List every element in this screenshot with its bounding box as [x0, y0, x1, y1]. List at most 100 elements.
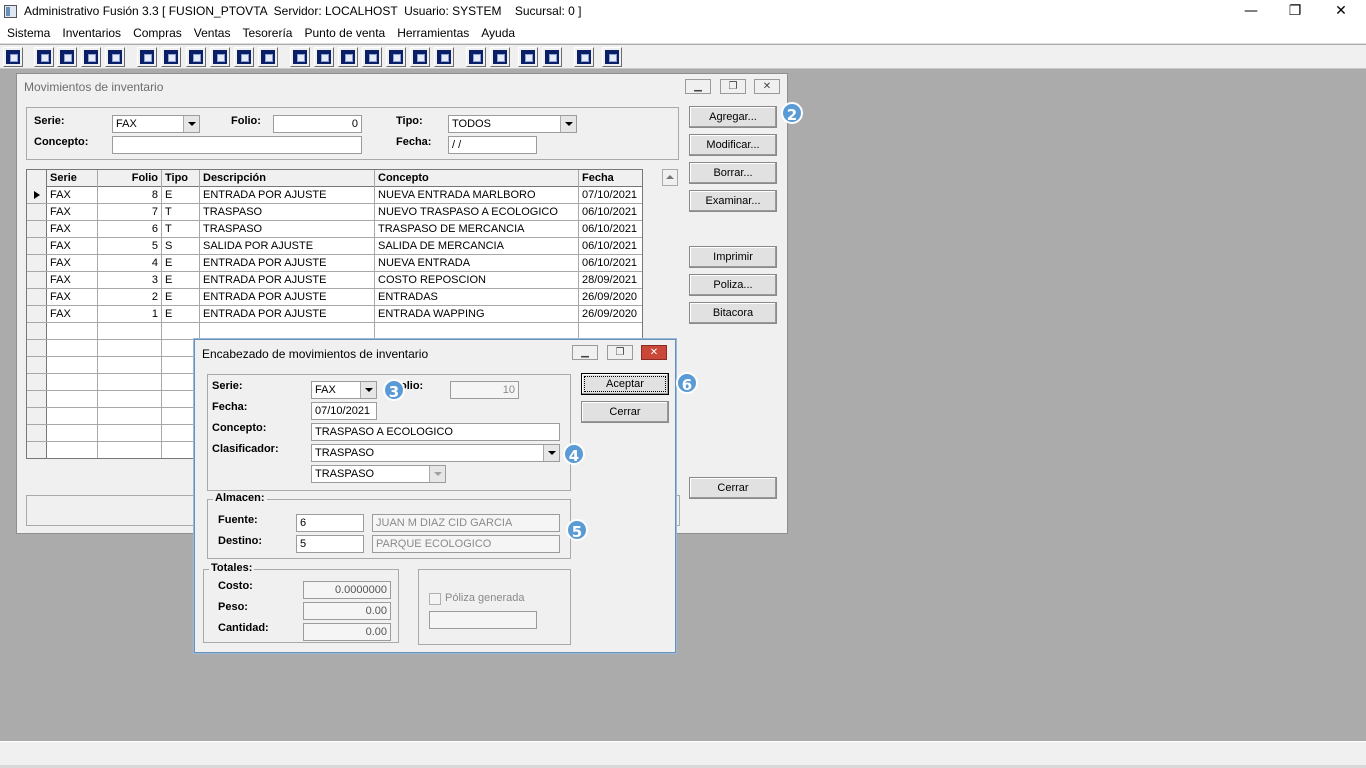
cell-concepto[interactable]: NUEVO TRASPASO A ECOLOGICO [375, 204, 579, 220]
cell-serie[interactable]: FAX [47, 272, 98, 288]
modificar-button[interactable]: Modificar... [689, 134, 777, 156]
undo-icon[interactable] [542, 47, 562, 67]
row-selector[interactable] [27, 408, 47, 425]
fecha-input[interactable]: / / [448, 136, 537, 154]
row-selector[interactable] [27, 204, 47, 221]
cell-tipo[interactable]: E [162, 255, 200, 271]
cell-descripcion[interactable]: SALIDA POR AJUSTE [200, 238, 375, 254]
cell-folio[interactable]: 8 [98, 187, 162, 203]
close-button[interactable]: ✕ [1318, 0, 1364, 24]
menu-inventarios[interactable]: Inventarios [56, 24, 127, 42]
refresh-icon[interactable] [518, 47, 538, 67]
cell-descripcion[interactable]: ENTRADA POR AJUSTE [200, 255, 375, 271]
destino-code-input[interactable]: 5 [296, 535, 364, 553]
cell-concepto[interactable]: SALIDA DE MERCANCIA [375, 238, 579, 254]
cell-descripcion[interactable]: ENTRADA POR AJUSTE [200, 272, 375, 288]
row-selector[interactable] [27, 272, 47, 289]
maximize-icon[interactable]: ❐ [720, 79, 746, 94]
concepto-input[interactable] [112, 136, 362, 154]
chevron-down-icon[interactable] [560, 116, 576, 132]
cell-tipo[interactable]: E [162, 187, 200, 203]
folio-input[interactable]: 0 [273, 115, 362, 133]
help-icon[interactable] [602, 47, 622, 67]
row-selector[interactable] [27, 357, 47, 374]
menu-ventas[interactable]: Ventas [188, 24, 237, 42]
menu-compras[interactable]: Compras [127, 24, 188, 42]
poliza-button[interactable]: Poliza... [689, 274, 777, 296]
cerrar-dialog-button[interactable]: Cerrar [581, 401, 669, 423]
cerrar-main-button[interactable]: Cerrar [689, 477, 777, 499]
cell-fecha[interactable]: 06/10/2021 [579, 238, 642, 254]
report-icon[interactable] [234, 47, 254, 67]
cell-concepto[interactable]: COSTO REPOSCION [375, 272, 579, 288]
folder-icon[interactable] [161, 47, 181, 67]
cell-folio[interactable]: 2 [98, 289, 162, 305]
cell-serie[interactable]: FAX [47, 204, 98, 220]
dialog-concepto-input[interactable]: TRASPASO A ECOLOGICO [311, 423, 560, 441]
menu-punto-de-venta[interactable]: Punto de venta [298, 24, 391, 42]
menu-herramientas[interactable]: Herramientas [391, 24, 475, 42]
close-icon[interactable]: ✕ [641, 345, 667, 360]
aceptar-button[interactable]: Aceptar [581, 373, 669, 395]
invoice-icon[interactable] [410, 47, 430, 67]
row-selector[interactable] [27, 340, 47, 357]
cell-fecha[interactable]: 07/10/2021 [579, 187, 642, 203]
tipo-select[interactable]: TODOS [448, 115, 577, 133]
home-icon[interactable] [466, 47, 486, 67]
cell-serie[interactable]: FAX [47, 306, 98, 322]
list-icon[interactable] [258, 47, 278, 67]
cell-folio[interactable]: 6 [98, 221, 162, 237]
fuente-code-input[interactable]: 6 [296, 514, 364, 532]
add-icon[interactable] [362, 47, 382, 67]
cell-folio[interactable]: 4 [98, 255, 162, 271]
cell-folio[interactable]: 7 [98, 204, 162, 220]
row-selector[interactable] [27, 323, 47, 340]
chevron-down-icon[interactable] [183, 116, 199, 132]
cell-descripcion[interactable]: ENTRADA POR AJUSTE [200, 306, 375, 322]
cell-fecha[interactable]: 06/10/2021 [579, 221, 642, 237]
cell-concepto[interactable]: ENTRADAS [375, 289, 579, 305]
bitacora-button[interactable]: Bitacora [689, 302, 777, 324]
cell-concepto[interactable]: TRASPASO DE MERCANCIA [375, 221, 579, 237]
back-icon[interactable] [574, 47, 594, 67]
row-selector[interactable] [27, 306, 47, 323]
export-icon[interactable] [338, 47, 358, 67]
cell-concepto[interactable]: NUEVA ENTRADA [375, 255, 579, 271]
maximize-icon[interactable]: ❐ [607, 345, 633, 360]
document-icon[interactable] [57, 47, 77, 67]
row-selector[interactable] [27, 187, 47, 204]
zoom-icon[interactable] [490, 47, 510, 67]
print-icon[interactable] [186, 47, 206, 67]
clasificador-select[interactable]: TRASPASO [311, 444, 560, 462]
cell-serie[interactable]: FAX [47, 289, 98, 305]
cell-descripcion[interactable]: TRASPASO [200, 221, 375, 237]
cell-serie[interactable]: FAX [47, 187, 98, 203]
scroll-up-button[interactable] [662, 169, 678, 186]
menu-ayuda[interactable]: Ayuda [475, 24, 521, 42]
cell-folio[interactable]: 5 [98, 238, 162, 254]
row-selector[interactable] [27, 391, 47, 408]
cell-concepto[interactable]: NUEVA ENTRADA MARLBORO [375, 187, 579, 203]
cell-tipo[interactable]: T [162, 204, 200, 220]
cell-folio[interactable]: 1 [98, 306, 162, 322]
minimize-icon[interactable]: ▁ [572, 345, 598, 360]
cell-tipo[interactable]: S [162, 238, 200, 254]
cell-tipo[interactable]: T [162, 221, 200, 237]
examinar-button[interactable]: Examinar... [689, 190, 777, 212]
chevron-down-icon[interactable] [543, 445, 559, 461]
cell-fecha[interactable]: 26/09/2020 [579, 306, 642, 322]
cell-tipo[interactable]: E [162, 272, 200, 288]
row-selector[interactable] [27, 425, 47, 442]
imprimir-button[interactable]: Imprimir [689, 246, 777, 268]
cell-descripcion[interactable]: ENTRADA POR AJUSTE [200, 187, 375, 203]
cell-descripcion[interactable]: TRASPASO [200, 204, 375, 220]
row-selector[interactable] [27, 255, 47, 272]
cell-serie[interactable]: FAX [47, 221, 98, 237]
cell-concepto[interactable]: ENTRADA WAPPING [375, 306, 579, 322]
print-preview-icon[interactable] [210, 47, 230, 67]
transfer-icon[interactable] [81, 47, 101, 67]
money-icon[interactable] [386, 47, 406, 67]
cell-serie[interactable]: FAX [47, 238, 98, 254]
calc-icon[interactable] [3, 47, 23, 67]
row-selector[interactable] [27, 374, 47, 391]
